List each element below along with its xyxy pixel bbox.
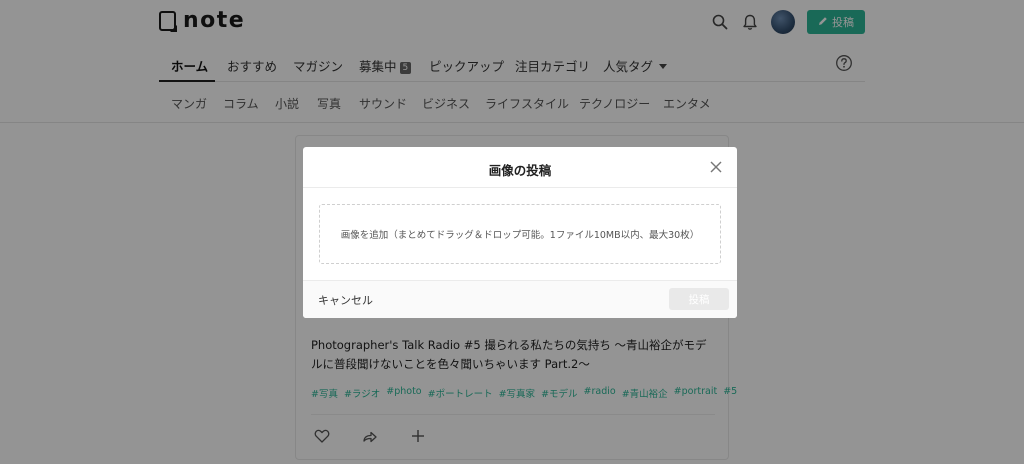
image-upload-modal: 画像の投稿 画像を追加（まとめてドラッグ＆ドロップ可能。1ファイル10MB以内、… [303, 147, 737, 318]
close-button[interactable] [707, 159, 725, 177]
dropzone-text: 画像を追加（まとめてドラッグ＆ドロップ可能。1ファイル10MB以内、最大30枚） [340, 230, 700, 241]
close-icon [710, 161, 722, 172]
modal-footer: キャンセル 投稿 [303, 280, 737, 318]
modal-title: 画像の投稿 [488, 163, 552, 178]
cancel-button[interactable]: キャンセル [318, 292, 373, 308]
submit-button[interactable]: 投稿 [669, 288, 729, 310]
modal-header: 画像の投稿 [303, 147, 737, 188]
image-dropzone[interactable]: 画像を追加（まとめてドラッグ＆ドロップ可能。1ファイル10MB以内、最大30枚） [319, 204, 721, 264]
